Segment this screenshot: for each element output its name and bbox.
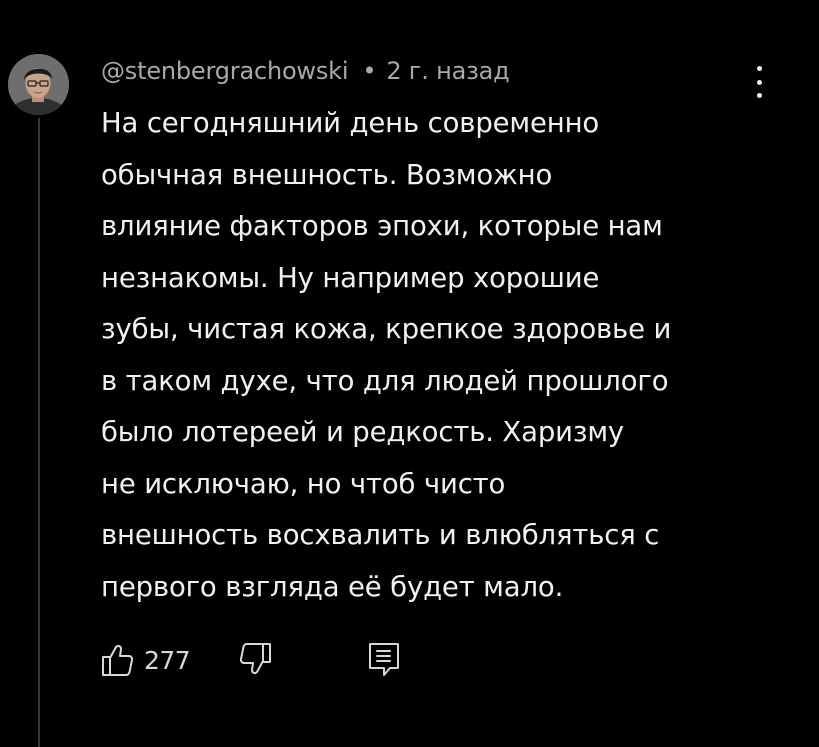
- dislike-button[interactable]: [238, 642, 272, 680]
- like-button[interactable]: 277: [101, 643, 191, 677]
- comment-reply-icon: [369, 643, 399, 676]
- thumbs-up-icon: [102, 644, 134, 676]
- more-vertical-icon: [756, 66, 762, 71]
- comment-body: На сегодняшний день современно обычная в…: [101, 107, 672, 603]
- meta-separator: •: [362, 57, 377, 85]
- more-vertical-icon-dot: [756, 79, 762, 85]
- comment-meta: @stenbergrachowski • 2 г. назад: [101, 57, 510, 85]
- comment-author[interactable]: @stenbergrachowski: [101, 57, 349, 85]
- thumbs-down-icon: [239, 643, 271, 675]
- comment-actions: 277: [0, 640, 819, 684]
- like-count: 277: [144, 645, 191, 675]
- comment-timestamp: 2 г. назад: [386, 57, 510, 85]
- more-options-button[interactable]: [745, 64, 773, 100]
- reply-button[interactable]: [368, 642, 400, 682]
- avatar-photo: [8, 54, 69, 115]
- avatar[interactable]: [8, 54, 69, 115]
